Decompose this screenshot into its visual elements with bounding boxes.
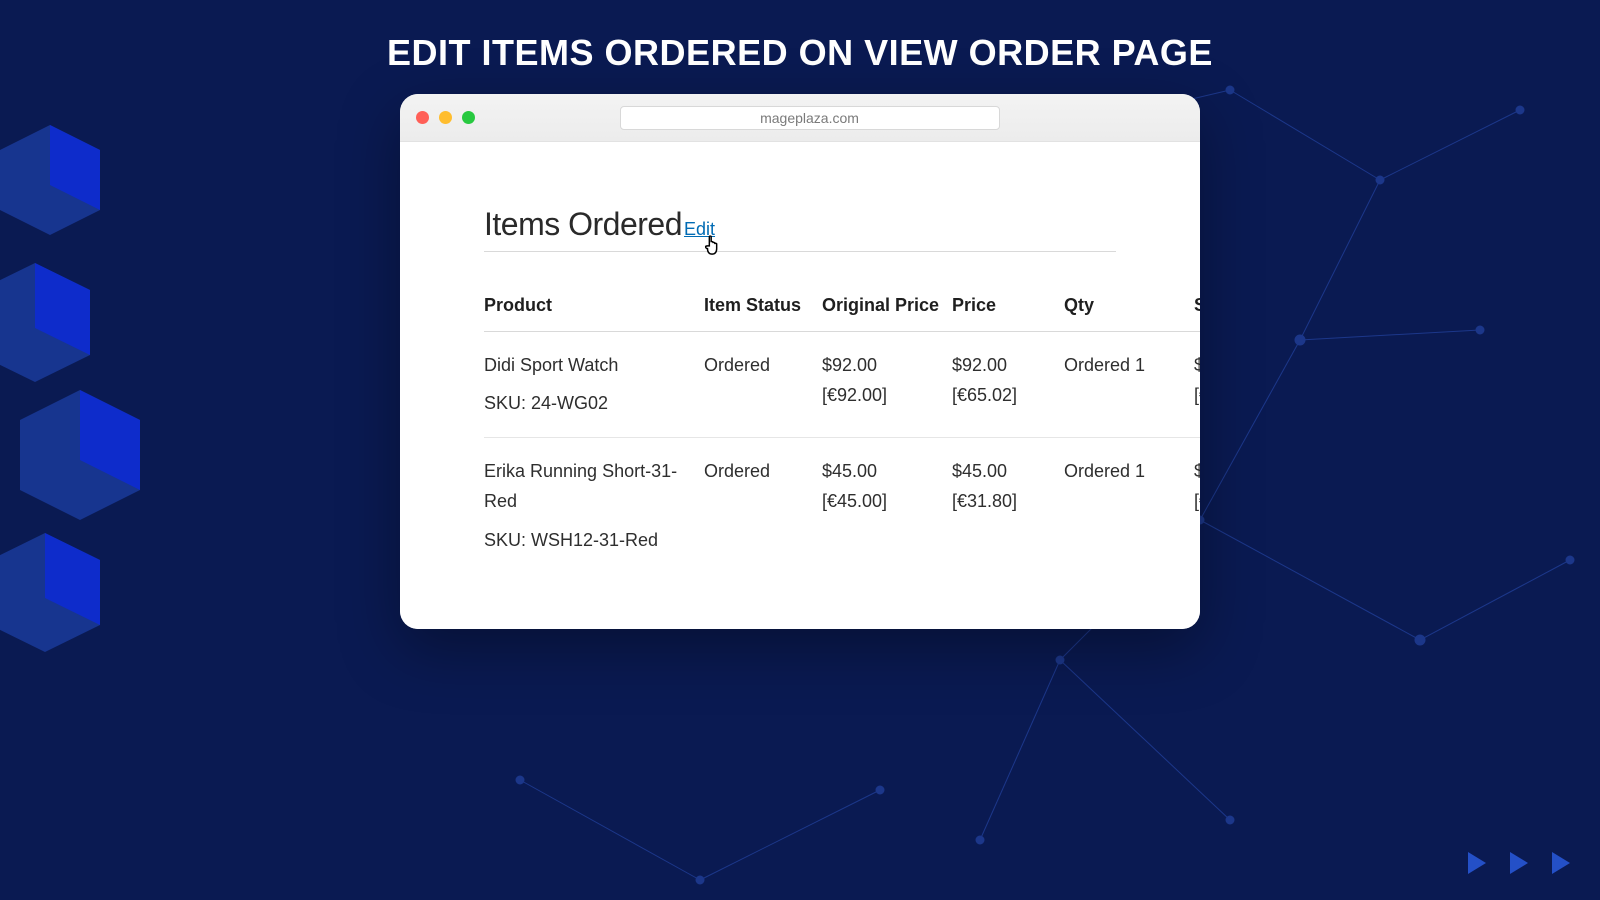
product-name: Didi Sport Watch: [484, 350, 696, 381]
window-close-icon[interactable]: [416, 111, 429, 124]
price-usd: $45.00: [952, 456, 1056, 487]
col-header-original-price: Original Price: [822, 282, 952, 331]
table-row: Erika Running Short-31-Red SKU: WSH12-31…: [484, 437, 1200, 573]
col-header-price: Price: [952, 282, 1064, 331]
product-sku: SKU: WSH12-31-Red: [484, 525, 696, 556]
section-title: Items Ordered: [484, 206, 682, 243]
subtotal-alt: [€31.80]: [1194, 486, 1200, 517]
address-bar-text: mageplaza.com: [760, 110, 859, 126]
play-icon: [1510, 852, 1528, 874]
window-minimize-icon[interactable]: [439, 111, 452, 124]
section-heading: Items Ordered Edit: [484, 206, 1116, 252]
window-maximize-icon[interactable]: [462, 111, 475, 124]
address-bar[interactable]: mageplaza.com: [620, 106, 1000, 130]
col-header-subtotal: Subtotal: [1194, 282, 1200, 331]
qty: Ordered 1: [1064, 437, 1194, 573]
col-header-qty: Qty: [1064, 282, 1194, 331]
original-price-alt: [€45.00]: [822, 486, 944, 517]
original-price-usd: $45.00: [822, 456, 944, 487]
subtotal-alt: [€65.02]: [1194, 380, 1200, 411]
original-price-alt: [€92.00]: [822, 380, 944, 411]
subtotal-usd: $92.00: [1194, 350, 1200, 381]
original-price-usd: $92.00: [822, 350, 944, 381]
price-alt: [€31.80]: [952, 486, 1056, 517]
price-alt: [€65.02]: [952, 380, 1056, 411]
decorative-triangles: [1468, 852, 1570, 874]
play-icon: [1552, 852, 1570, 874]
table-row: Didi Sport Watch SKU: 24-WG02 Ordered $9…: [484, 331, 1200, 437]
browser-body: Items Ordered Edit Pro: [400, 142, 1200, 629]
item-status: Ordered: [704, 331, 822, 437]
subtotal-usd: $45.00: [1194, 456, 1200, 487]
item-status: Ordered: [704, 437, 822, 573]
price-usd: $92.00: [952, 350, 1056, 381]
product-sku: SKU: 24-WG02: [484, 388, 696, 419]
items-ordered-table: Product Item Status Original Price Price…: [484, 282, 1200, 573]
qty: Ordered 1: [1064, 331, 1194, 437]
browser-window: mageplaza.com Items Ordered Edit: [400, 94, 1200, 629]
col-header-item-status: Item Status: [704, 282, 822, 331]
play-icon: [1468, 852, 1486, 874]
page-headline: EDIT ITEMS ORDERED ON VIEW ORDER PAGE: [387, 32, 1213, 74]
col-header-product: Product: [484, 282, 704, 331]
table-header-row: Product Item Status Original Price Price…: [484, 282, 1200, 331]
browser-chrome: mageplaza.com: [400, 94, 1200, 142]
edit-link[interactable]: Edit: [684, 219, 715, 240]
product-name: Erika Running Short-31-Red: [484, 456, 696, 517]
